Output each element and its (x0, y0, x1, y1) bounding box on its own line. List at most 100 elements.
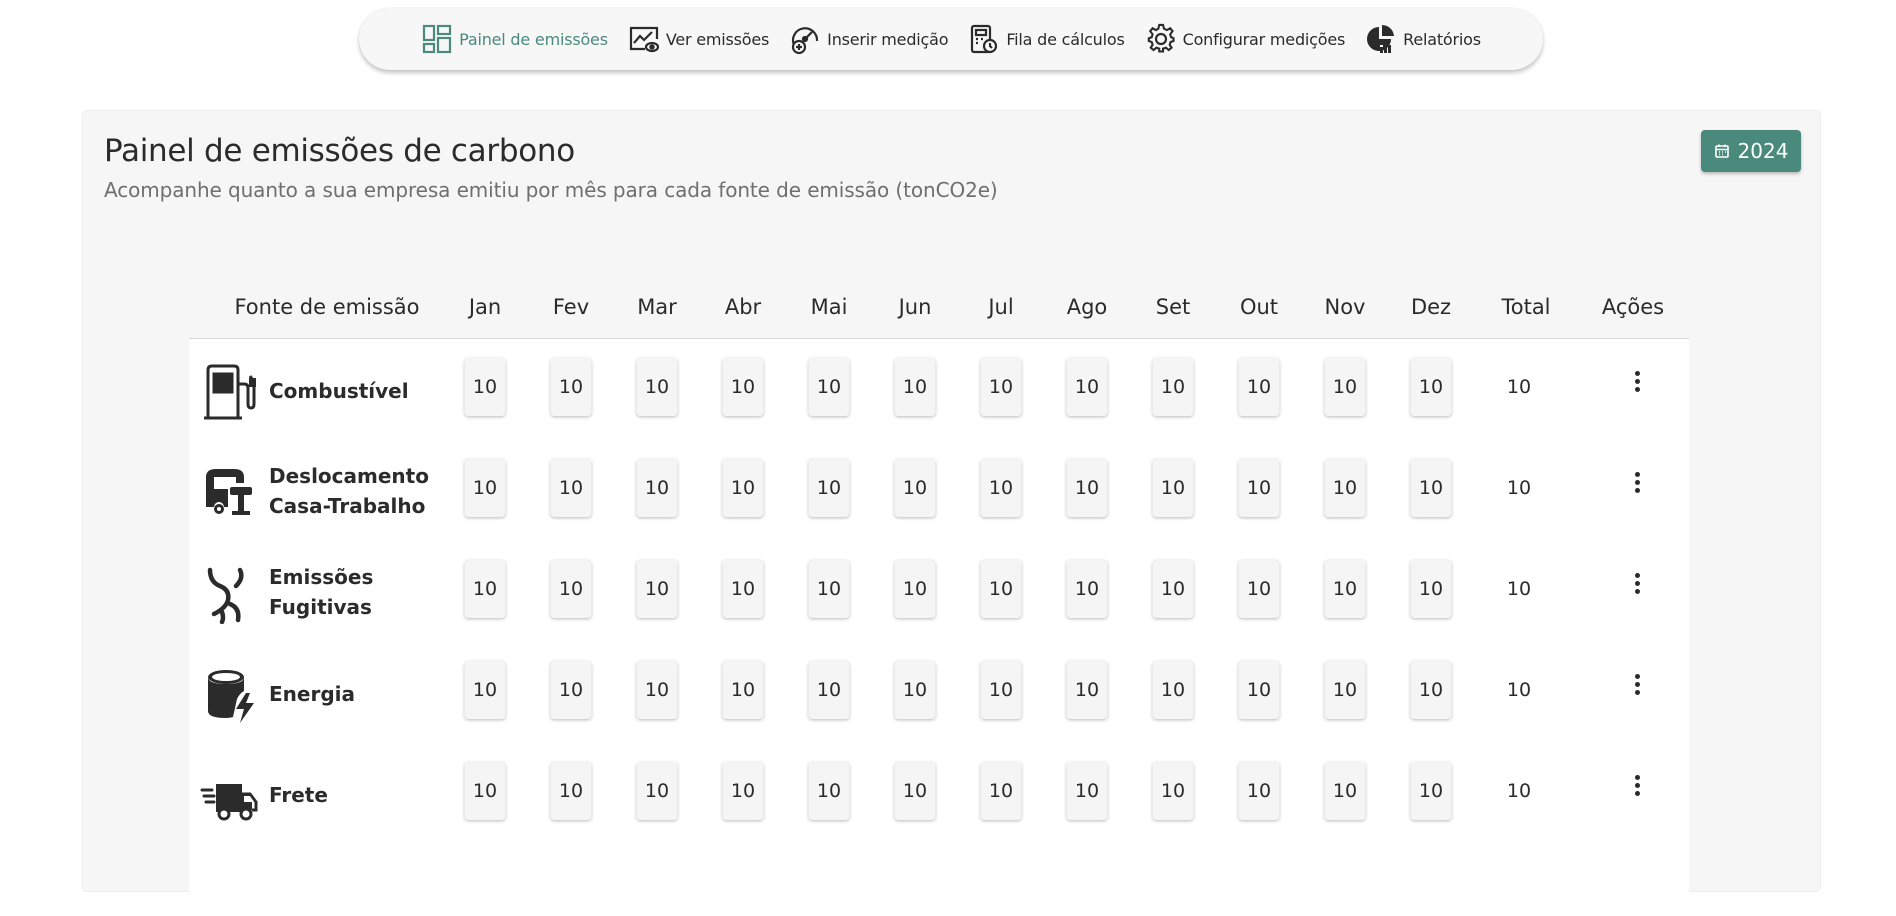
month-value-cell[interactable]: 10 (808, 762, 850, 820)
month-value-cell[interactable]: 10 (808, 661, 850, 719)
month-value-cell[interactable]: 10 (1410, 661, 1452, 719)
month-value-cell[interactable]: 10 (1410, 762, 1452, 820)
nav-item-relatorios[interactable]: Relatórios (1355, 19, 1491, 59)
column-header-fev: Fev (552, 295, 590, 319)
month-value-cell[interactable]: 10 (550, 661, 592, 719)
month-value-cell[interactable]: 10 (1066, 358, 1108, 416)
emission-source-name: Energia (269, 679, 449, 709)
row-total: 10 (1506, 679, 1532, 701)
more-actions-icon[interactable] (1625, 366, 1649, 396)
month-value-cell[interactable]: 10 (1152, 661, 1194, 719)
year-select-button[interactable]: 2024 (1701, 130, 1801, 172)
chart-eye-icon (629, 26, 659, 53)
nav-item-painel[interactable]: Painel de emissões (411, 19, 618, 59)
column-header-out: Out (1239, 295, 1279, 319)
more-actions-icon[interactable] (1625, 669, 1649, 699)
fugitive-pipes-icon (200, 564, 260, 625)
month-value-cell[interactable]: 10 (636, 661, 678, 719)
nav-item-inserir-medicao[interactable]: Inserir medição (779, 19, 958, 59)
month-value-cell[interactable]: 10 (1324, 358, 1366, 416)
month-value-cell[interactable]: 10 (722, 459, 764, 517)
nav-item-label: Relatórios (1403, 29, 1481, 49)
nav-item-label: Painel de emissões (459, 29, 608, 49)
top-navigation: Painel de emissões Ver emissões Inserir … (359, 8, 1543, 70)
row-total: 10 (1506, 477, 1532, 499)
month-value-cell[interactable]: 10 (1324, 459, 1366, 517)
nav-item-fila-calculos[interactable]: Fila de cálculos (958, 19, 1134, 59)
month-value-cell[interactable]: 10 (1152, 560, 1194, 618)
month-value-cell[interactable]: 10 (894, 560, 936, 618)
column-header-dez: Dez (1410, 295, 1452, 319)
month-value-cell[interactable]: 10 (1324, 762, 1366, 820)
month-value-cell[interactable]: 10 (980, 762, 1022, 820)
column-header-mar: Mar (637, 295, 677, 319)
more-actions-icon[interactable] (1625, 770, 1649, 800)
month-value-cell[interactable]: 10 (1324, 661, 1366, 719)
month-value-cell[interactable]: 10 (1410, 358, 1452, 416)
column-header-jan: Jan (468, 295, 502, 319)
month-value-cell[interactable]: 10 (1238, 459, 1280, 517)
month-value-cell[interactable]: 10 (1410, 560, 1452, 618)
column-header-acoes: Ações (1601, 295, 1665, 319)
month-value-cell[interactable]: 10 (464, 661, 506, 719)
month-value-cell[interactable]: 10 (636, 762, 678, 820)
emission-source-name-line: Casa-Trabalho (269, 494, 426, 518)
table-row: Frete 10 10 10 10 10 10 10 10 10 10 10 10 10 (189, 742, 1689, 842)
month-value-cell[interactable]: 10 (722, 661, 764, 719)
more-actions-icon[interactable] (1625, 467, 1649, 497)
nav-item-configurar-medicoes[interactable]: Configurar medições (1135, 19, 1356, 59)
month-value-cell[interactable]: 10 (550, 358, 592, 416)
month-value-cell[interactable]: 10 (1152, 762, 1194, 820)
column-header-jun: Jun (898, 295, 932, 319)
month-value-cell[interactable]: 10 (636, 560, 678, 618)
month-value-cell[interactable]: 10 (1238, 358, 1280, 416)
month-value-cell[interactable]: 10 (464, 358, 506, 416)
month-value-cell[interactable]: 10 (808, 459, 850, 517)
month-value-cell[interactable]: 10 (808, 560, 850, 618)
month-value-cell[interactable]: 10 (464, 762, 506, 820)
month-value-cell[interactable]: 10 (808, 358, 850, 416)
more-actions-icon[interactable] (1625, 568, 1649, 598)
energy-bolt-icon (200, 665, 260, 725)
month-value-cell[interactable]: 10 (894, 358, 936, 416)
month-value-cell[interactable]: 10 (550, 459, 592, 517)
month-value-cell[interactable]: 10 (980, 661, 1022, 719)
month-value-cell[interactable]: 10 (464, 459, 506, 517)
month-value-cell[interactable]: 10 (894, 661, 936, 719)
month-value-cell[interactable]: 10 (1238, 560, 1280, 618)
month-value-cell[interactable]: 10 (980, 358, 1022, 416)
month-value-cell[interactable]: 10 (1152, 358, 1194, 416)
month-value-cell[interactable]: 10 (1066, 459, 1108, 517)
month-value-cell[interactable]: 10 (464, 560, 506, 618)
month-value-cell[interactable]: 10 (636, 358, 678, 416)
nav-item-label: Configurar medições (1182, 29, 1346, 49)
column-header-set: Set (1155, 295, 1191, 319)
fuel-pump-icon (200, 362, 260, 422)
month-value-cell[interactable]: 10 (550, 560, 592, 618)
emissions-dashboard-card: Painel de emissões de carbono Acompanhe … (83, 111, 1820, 916)
month-value-cell[interactable]: 10 (722, 560, 764, 618)
nav-item-ver-emissoes[interactable]: Ver emissões (618, 19, 779, 59)
month-value-cell[interactable]: 10 (636, 459, 678, 517)
month-value-cell[interactable]: 10 (1066, 661, 1108, 719)
month-value-cell[interactable]: 10 (1238, 762, 1280, 820)
month-value-cell[interactable]: 10 (722, 358, 764, 416)
month-value-cell[interactable]: 10 (722, 762, 764, 820)
column-header-jul: Jul (988, 295, 1014, 319)
month-value-cell[interactable]: 10 (1324, 560, 1366, 618)
month-value-cell[interactable]: 10 (1066, 762, 1108, 820)
month-value-cell[interactable]: 10 (980, 459, 1022, 517)
table-row: Combustível 10 10 10 10 10 10 10 10 10 10 10 10 10 (189, 338, 1689, 438)
month-value-cell[interactable]: 10 (1238, 661, 1280, 719)
month-value-cell[interactable]: 10 (980, 560, 1022, 618)
month-value-cell[interactable]: 10 (1152, 459, 1194, 517)
table-header: Fonte de emissão Jan Fev Mar Abr Mai Jun… (189, 276, 1689, 339)
month-value-cell[interactable]: 10 (1066, 560, 1108, 618)
calculator-queue-icon (971, 24, 998, 54)
month-value-cell[interactable]: 10 (894, 762, 936, 820)
month-value-cell[interactable]: 10 (894, 459, 936, 517)
month-value-cell[interactable]: 10 (550, 762, 592, 820)
month-value-cell[interactable]: 10 (1410, 459, 1452, 517)
column-header-total: Total (1501, 295, 1551, 319)
page-title: Painel de emissões de carbono (104, 133, 575, 169)
